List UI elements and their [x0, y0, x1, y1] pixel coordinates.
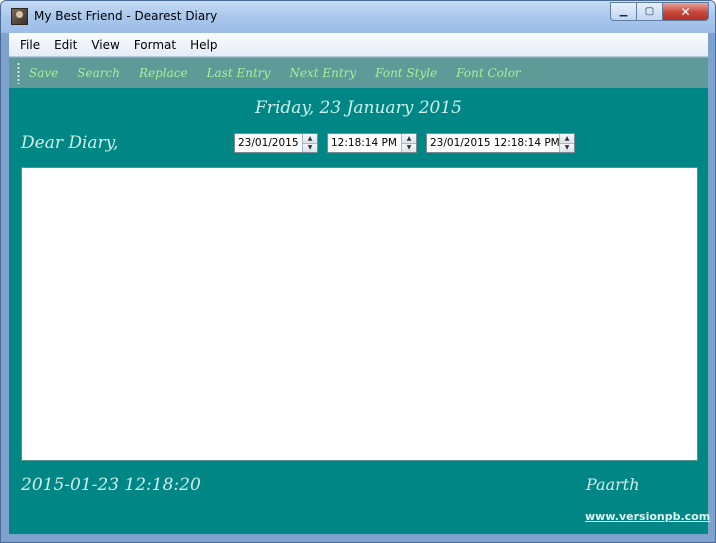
title-bar[interactable]: My Best Friend - Dearest Diary ▁ ▢ ✕ — [1, 1, 715, 33]
toolbar-grip-icon[interactable] — [17, 62, 20, 84]
last-entry-button[interactable]: Last Entry — [207, 66, 271, 80]
app-window: My Best Friend - Dearest Diary ▁ ▢ ✕ Fil… — [0, 0, 716, 543]
font-color-button[interactable]: Font Color — [456, 66, 520, 80]
datetime-picker[interactable]: 23/01/2015 12:18:14 PM ▲ ▼ — [426, 133, 575, 153]
close-icon: ✕ — [680, 4, 691, 19]
spin-down-icon[interactable]: ▼ — [303, 142, 317, 152]
time-picker[interactable]: 12:18:14 PM ▲ ▼ — [327, 133, 417, 153]
entry-timestamp: 2015-01-23 12:18:20 — [21, 475, 201, 495]
replace-button[interactable]: Replace — [139, 66, 188, 80]
minimize-icon: ▁ — [619, 6, 628, 17]
date-heading: Friday, 23 January 2015 — [255, 98, 462, 118]
author-name: Paarth — [586, 475, 640, 494]
close-button[interactable]: ✕ — [663, 2, 709, 21]
datetime-picker-value: 23/01/2015 12:18:14 PM — [430, 137, 559, 149]
spin-down-icon[interactable]: ▼ — [402, 142, 416, 152]
date-picker[interactable]: 23/01/2015 ▲ ▼ — [234, 133, 318, 153]
time-picker-value: 12:18:14 PM — [331, 137, 397, 149]
minimize-button[interactable]: ▁ — [610, 2, 637, 21]
next-entry-button[interactable]: Next Entry — [289, 66, 356, 80]
menu-format[interactable]: Format — [127, 38, 183, 52]
save-button[interactable]: Save — [29, 66, 58, 80]
font-style-button[interactable]: Font Style — [375, 66, 437, 80]
time-spinner: ▲ ▼ — [401, 134, 416, 152]
maximize-button[interactable]: ▢ — [637, 2, 663, 21]
spin-up-icon[interactable]: ▲ — [560, 134, 574, 143]
spin-down-icon[interactable]: ▼ — [560, 142, 574, 152]
diary-entry-textarea[interactable] — [21, 167, 698, 461]
toolbar: Save Search Replace Last Entry Next Entr… — [9, 58, 708, 88]
menu-view[interactable]: View — [84, 38, 126, 52]
spin-up-icon[interactable]: ▲ — [303, 134, 317, 143]
datetime-spinner: ▲ ▼ — [559, 134, 574, 152]
app-icon[interactable] — [11, 8, 28, 25]
diary-panel: Friday, 23 January 2015 Dear Diary, 23/0… — [9, 88, 710, 534]
menu-file[interactable]: File — [13, 38, 47, 52]
spin-up-icon[interactable]: ▲ — [402, 134, 416, 143]
website-link[interactable]: www.versionpb.com — [585, 510, 710, 523]
search-button[interactable]: Search — [77, 66, 120, 80]
date-picker-value: 23/01/2015 — [238, 137, 299, 149]
menu-bar: File Edit View Format Help — [9, 33, 708, 57]
menu-edit[interactable]: Edit — [47, 38, 84, 52]
maximize-icon: ▢ — [644, 6, 655, 17]
date-spinner: ▲ ▼ — [302, 134, 317, 152]
window-controls: ▁ ▢ ✕ — [610, 2, 709, 22]
menu-help[interactable]: Help — [183, 38, 224, 52]
greeting-label: Dear Diary, — [21, 133, 119, 153]
window-title: My Best Friend - Dearest Diary — [34, 9, 218, 23]
